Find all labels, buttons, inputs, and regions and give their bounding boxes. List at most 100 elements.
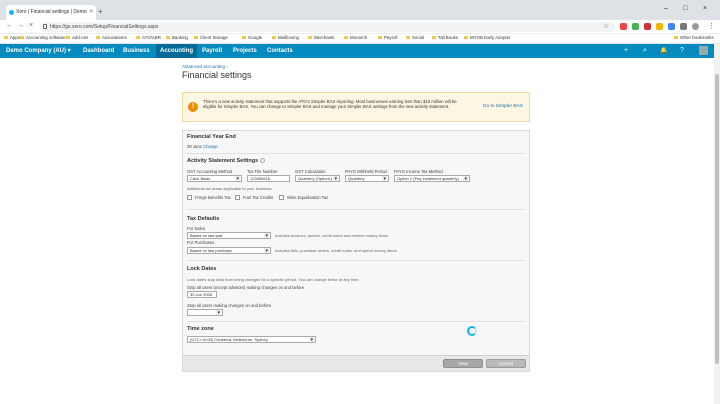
purchases-tax-default-select[interactable]: Based on last purchase bbox=[187, 247, 271, 254]
info-icon[interactable] bbox=[260, 158, 266, 164]
bookmark-item[interactable]: Social bbox=[406, 35, 424, 40]
time-zone-heading: Time zone bbox=[187, 326, 214, 332]
activity-statement-heading: Activity Statement Settings bbox=[187, 158, 266, 164]
page-scrollbar[interactable] bbox=[714, 44, 720, 404]
bookmark-item[interactable]: Banking bbox=[166, 35, 188, 40]
nav-accounting[interactable]: Accounting bbox=[156, 44, 197, 58]
browser-menu-icon[interactable]: ⋮ bbox=[708, 22, 715, 30]
additional-tax-label: Additional tax areas applicable to your … bbox=[187, 186, 272, 191]
lock-advisors-date-input[interactable]: 30 Jun 2008 bbox=[187, 291, 217, 298]
notice-text: There's a new activity statement that su… bbox=[203, 99, 457, 109]
fye-value-row: 30 June Change bbox=[187, 144, 218, 149]
bell-icon[interactable]: 🔔 bbox=[660, 47, 667, 54]
sales-tax-default-select[interactable]: Based on last sale bbox=[187, 232, 271, 239]
cancel-button[interactable]: Cancel bbox=[486, 359, 526, 368]
save-button[interactable]: Save bbox=[443, 359, 483, 368]
simpler-bas-notice: ! There's a new activity statement that … bbox=[182, 92, 530, 122]
bookmark-star-icon[interactable]: ☆ bbox=[603, 22, 609, 30]
bookmark-item[interactable]: Client Storage bbox=[194, 35, 228, 40]
new-tab-button[interactable]: + bbox=[98, 7, 103, 16]
extension-icon[interactable] bbox=[680, 23, 687, 30]
extension-icon[interactable] bbox=[656, 23, 663, 30]
payg-withheld-select[interactable]: Quarterly bbox=[345, 175, 389, 182]
bookmark-item[interactable]: Merchants bbox=[308, 35, 335, 40]
extension-icon[interactable] bbox=[668, 23, 675, 30]
url-text: https://go.xero.com/Setup/FinancialSetti… bbox=[50, 24, 159, 30]
bookmark-item[interactable]: Other bookmarks bbox=[674, 35, 714, 40]
minimize-button[interactable]: – bbox=[664, 5, 668, 12]
fuel-checkbox[interactable] bbox=[235, 195, 240, 200]
nav-contacts[interactable]: Contacts bbox=[267, 44, 293, 58]
help-icon[interactable]: ? bbox=[680, 47, 684, 54]
forward-button[interactable]: → bbox=[17, 22, 24, 29]
loading-spinner-icon bbox=[467, 326, 477, 336]
search-icon[interactable]: ⌕ bbox=[643, 47, 647, 55]
bookmark-item[interactable]: ATO/ABR bbox=[136, 35, 161, 40]
url-input[interactable]: https://go.xero.com/Setup/FinancialSetti… bbox=[40, 22, 615, 32]
bookmark-item[interactable]: Apps bbox=[4, 35, 20, 40]
fye-change-link[interactable]: Change bbox=[203, 144, 218, 149]
nav-payroll[interactable]: Payroll bbox=[202, 44, 222, 58]
lock-all-date-input[interactable] bbox=[187, 309, 223, 316]
wet-checkbox[interactable] bbox=[279, 195, 284, 200]
fye-value: 30 June bbox=[187, 144, 202, 149]
fbt-label: Fringe Benefits Tax bbox=[195, 195, 231, 200]
xero-top-nav: Demo Company (AU) ▾ Dashboard Business A… bbox=[0, 44, 714, 58]
bookmark-item[interactable]: Tall Books bbox=[432, 35, 458, 40]
tax-defaults-heading: Tax Defaults bbox=[187, 216, 220, 222]
lock-advisors-label: Stop all users (except advisors) making … bbox=[187, 285, 305, 290]
fuel-label: Fuel Tax Credits bbox=[243, 195, 274, 200]
gst-method-label: GST Accounting Method bbox=[187, 169, 233, 174]
bookmark-item[interactable]: Associations bbox=[96, 35, 127, 40]
bookmarks-bar: Apps Accounting software Add-ons Associa… bbox=[0, 34, 720, 44]
reload-button[interactable]: × bbox=[29, 22, 33, 29]
bookmark-item[interactable]: MYOB Early Adopter bbox=[464, 35, 511, 40]
gst-method-select[interactable]: Cash Basis bbox=[187, 175, 242, 182]
extension-icon[interactable] bbox=[644, 23, 651, 30]
xero-favicon-icon bbox=[9, 10, 14, 15]
gst-calc-select[interactable]: Quarterly (Option1) bbox=[295, 175, 340, 182]
extension-icon[interactable] bbox=[632, 23, 639, 30]
close-window-button[interactable]: × bbox=[703, 5, 707, 12]
nav-business[interactable]: Business bbox=[123, 44, 150, 58]
page-title: Financial settings bbox=[182, 70, 252, 80]
breadcrumb[interactable]: Advanced accounting › bbox=[182, 64, 228, 69]
browser-tab[interactable]: Xero | Financial settings | Demo × bbox=[6, 5, 96, 20]
tfn-input[interactable]: 123456616 bbox=[247, 175, 290, 182]
back-button[interactable]: ← bbox=[6, 22, 13, 29]
maximize-button[interactable]: □ bbox=[683, 5, 687, 12]
bookmark-item[interactable]: Add-ons bbox=[66, 35, 88, 40]
activity-statement-title: Activity Statement Settings bbox=[187, 158, 259, 164]
bookmark-item[interactable]: Payroll bbox=[378, 35, 397, 40]
nav-dashboard[interactable]: Dashboard bbox=[83, 44, 114, 58]
divider bbox=[187, 260, 525, 261]
bookmark-item[interactable]: Google bbox=[242, 35, 262, 40]
time-zone-select[interactable]: (UTC+10:00) Canberra, Melbourne, Sydney bbox=[187, 336, 316, 343]
fbt-checkbox[interactable] bbox=[187, 195, 192, 200]
scrollbar-thumb[interactable] bbox=[715, 74, 719, 364]
org-switcher[interactable]: Demo Company (AU) ▾ bbox=[6, 44, 71, 58]
lock-icon bbox=[43, 24, 47, 29]
profile-icon[interactable] bbox=[692, 23, 699, 30]
go-to-simpler-bas-link[interactable]: Go to Simpler BAS bbox=[483, 104, 523, 109]
purchases-label: For Purchases bbox=[187, 240, 215, 245]
sales-note: Includes invoices, quotes, credit notes … bbox=[275, 233, 389, 238]
financial-year-end-heading: Financial Year End bbox=[187, 134, 236, 140]
nav-projects[interactable]: Projects bbox=[233, 44, 257, 58]
panel-footer: Save Cancel bbox=[183, 355, 529, 371]
bookmark-item[interactable]: Monarch bbox=[344, 35, 367, 40]
bookmark-item[interactable]: Accounting software bbox=[20, 35, 66, 40]
divider bbox=[187, 153, 525, 154]
tfn-label: Tax File Number bbox=[247, 169, 278, 174]
tab-close-icon[interactable]: × bbox=[89, 5, 93, 20]
lock-dates-heading: Lock Dates bbox=[187, 266, 217, 272]
divider bbox=[187, 209, 525, 210]
browser-tab-title: Xero | Financial settings | Demo bbox=[16, 9, 87, 15]
avatar[interactable] bbox=[699, 46, 708, 55]
add-icon[interactable]: + bbox=[624, 47, 628, 54]
bookmark-item[interactable]: Mailboxing bbox=[272, 35, 299, 40]
purchases-note: Includes bills, purchase orders, credit … bbox=[275, 248, 397, 253]
extension-icon[interactable] bbox=[620, 23, 627, 30]
payg-income-select[interactable]: Option 1 (Pay instalment quarterly) bbox=[394, 175, 470, 182]
payg-income-label: PAYG Income Tax Method bbox=[394, 169, 443, 174]
